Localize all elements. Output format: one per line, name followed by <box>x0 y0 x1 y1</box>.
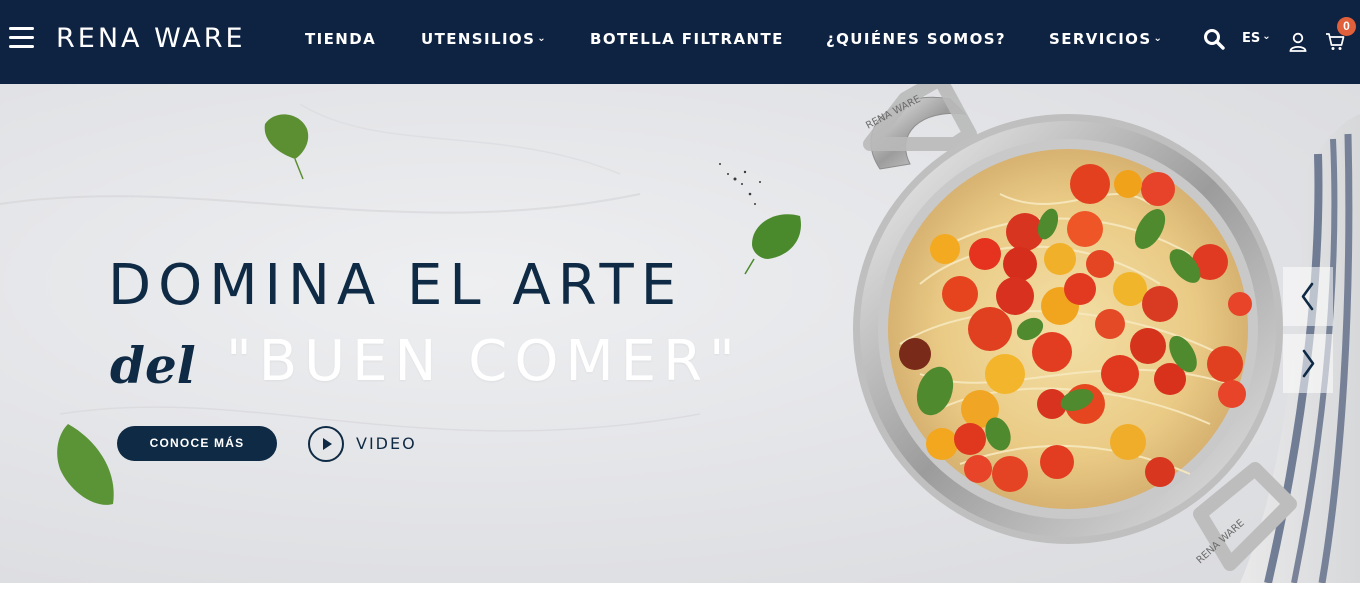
nav-quienes-somos[interactable]: ¿QUIÉNES SOMOS? <box>826 29 1006 49</box>
chevron-right-icon <box>1302 349 1315 378</box>
chevron-down-icon: ⌄ <box>1262 31 1271 42</box>
play-icon <box>308 426 344 462</box>
nav-label: BOTELLA FILTRANTE <box>590 30 784 48</box>
hero-banner: RENA WARE RENA WARE DOMINA EL ARTE del "… <box>0 84 1360 583</box>
chevron-down-icon: ⌄ <box>537 33 548 44</box>
cart-icon[interactable] <box>1325 33 1345 51</box>
slider-next-button[interactable] <box>1283 334 1333 393</box>
conoce-mas-button[interactable]: CONOCE MÁS <box>117 426 277 461</box>
nav-tienda[interactable]: TIENDA <box>305 29 376 49</box>
hero-headline-line2: "BUEN COMER" <box>226 329 742 394</box>
slider-prev-button[interactable] <box>1283 267 1333 326</box>
nav-label: SERVICIOS <box>1049 30 1152 48</box>
nav-label: UTENSILIOS <box>421 30 536 48</box>
chevron-left-icon <box>1301 282 1314 311</box>
nav-label: TIENDA <box>305 30 377 48</box>
nav-label: ¿QUIÉNES SOMOS? <box>826 30 1007 48</box>
search-icon[interactable] <box>1203 28 1225 50</box>
brand-logo[interactable]: RENA WARE <box>56 22 246 56</box>
chevron-down-icon: ⌄ <box>1153 33 1164 44</box>
language-label: ES <box>1242 31 1261 46</box>
hero-headline-line1: DOMINA EL ARTE <box>108 253 684 318</box>
hero-headline-script: del <box>110 336 196 395</box>
nav-servicios[interactable]: SERVICIOS ⌄ <box>1049 29 1163 52</box>
video-label: VIDEO <box>356 434 417 453</box>
cart-count-badge: 0 <box>1337 17 1356 36</box>
nav-botella-filtrante[interactable]: BOTELLA FILTRANTE <box>590 29 784 49</box>
user-icon[interactable] <box>1289 32 1307 52</box>
nav-utensilios[interactable]: UTENSILIOS ⌄ <box>421 29 547 52</box>
site-header: RENA WARE TIENDA UTENSILIOS ⌄ BOTELLA FIL… <box>0 0 1360 84</box>
menu-icon[interactable] <box>9 27 34 49</box>
language-selector[interactable]: ES ⌄ <box>1242 31 1271 46</box>
